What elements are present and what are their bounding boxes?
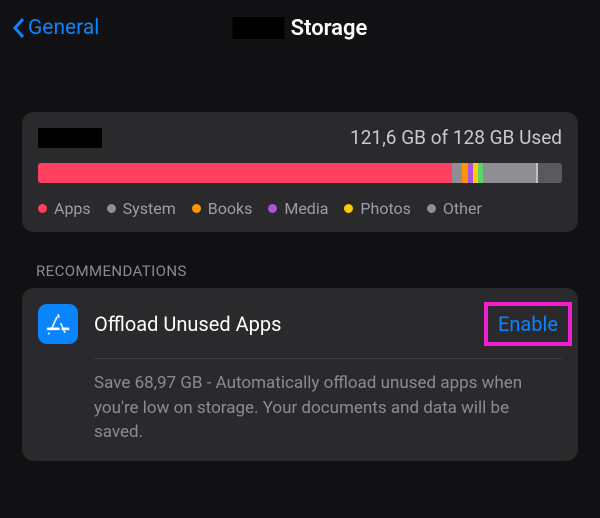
storage-segment-system <box>452 163 462 183</box>
legend-dot-icon <box>192 204 201 213</box>
recommendation-title: Offload Unused Apps <box>94 312 468 336</box>
legend-item: Books <box>192 199 253 218</box>
nav-title-area: Storage <box>233 16 368 41</box>
legend-label: System <box>123 199 176 218</box>
storage-summary-row: 121,6 GB of 128 GB Used <box>38 126 562 149</box>
app-store-icon <box>38 304 78 344</box>
legend-label: Books <box>208 199 253 218</box>
enable-button[interactable]: Enable <box>498 312 558 336</box>
legend-item: Apps <box>38 199 91 218</box>
back-button[interactable]: General <box>12 16 99 40</box>
content: 121,6 GB of 128 GB Used Apps System Books M… <box>0 56 600 461</box>
back-label: General <box>28 16 99 40</box>
nav-bar: General Storage <box>0 0 600 56</box>
legend-label: Photos <box>360 199 411 218</box>
legend-dot-icon <box>268 204 277 213</box>
recommendation-card: Offload Unused Apps Enable Save 68,97 GB… <box>22 288 578 461</box>
legend-dot-icon <box>427 204 436 213</box>
device-name-redaction <box>38 128 102 148</box>
storage-bar <box>38 163 562 183</box>
legend-dot-icon <box>107 204 116 213</box>
page-title: Storage <box>291 16 368 41</box>
storage-segment-apps <box>38 163 452 183</box>
legend-label: Other <box>443 199 482 218</box>
legend-dot-icon <box>344 204 353 213</box>
separator <box>94 358 562 359</box>
legend-item: Media <box>268 199 328 218</box>
recommendation-description: Save 68,97 GB - Automatically offload un… <box>94 371 562 445</box>
storage-segment-free <box>538 163 562 183</box>
legend-item: Photos <box>344 199 411 218</box>
legend-dot-icon <box>38 204 47 213</box>
storage-legend: Apps System Books Media Photos Other <box>38 199 562 218</box>
legend-label: Apps <box>54 199 91 218</box>
chevron-left-icon <box>12 17 26 39</box>
recommendations-header: RECOMMENDATIONS <box>36 262 578 280</box>
nav-title-redaction <box>233 17 285 39</box>
legend-item: System <box>107 199 176 218</box>
legend-label: Media <box>284 199 328 218</box>
storage-used-text: 121,6 GB of 128 GB Used <box>350 126 562 149</box>
legend-item: Other <box>427 199 482 218</box>
enable-highlight: Enable <box>484 302 572 346</box>
recommendation-row: Offload Unused Apps Enable <box>38 302 562 346</box>
storage-card: 121,6 GB of 128 GB Used Apps System Books M… <box>22 112 578 232</box>
storage-segment-fill1 <box>483 163 535 183</box>
